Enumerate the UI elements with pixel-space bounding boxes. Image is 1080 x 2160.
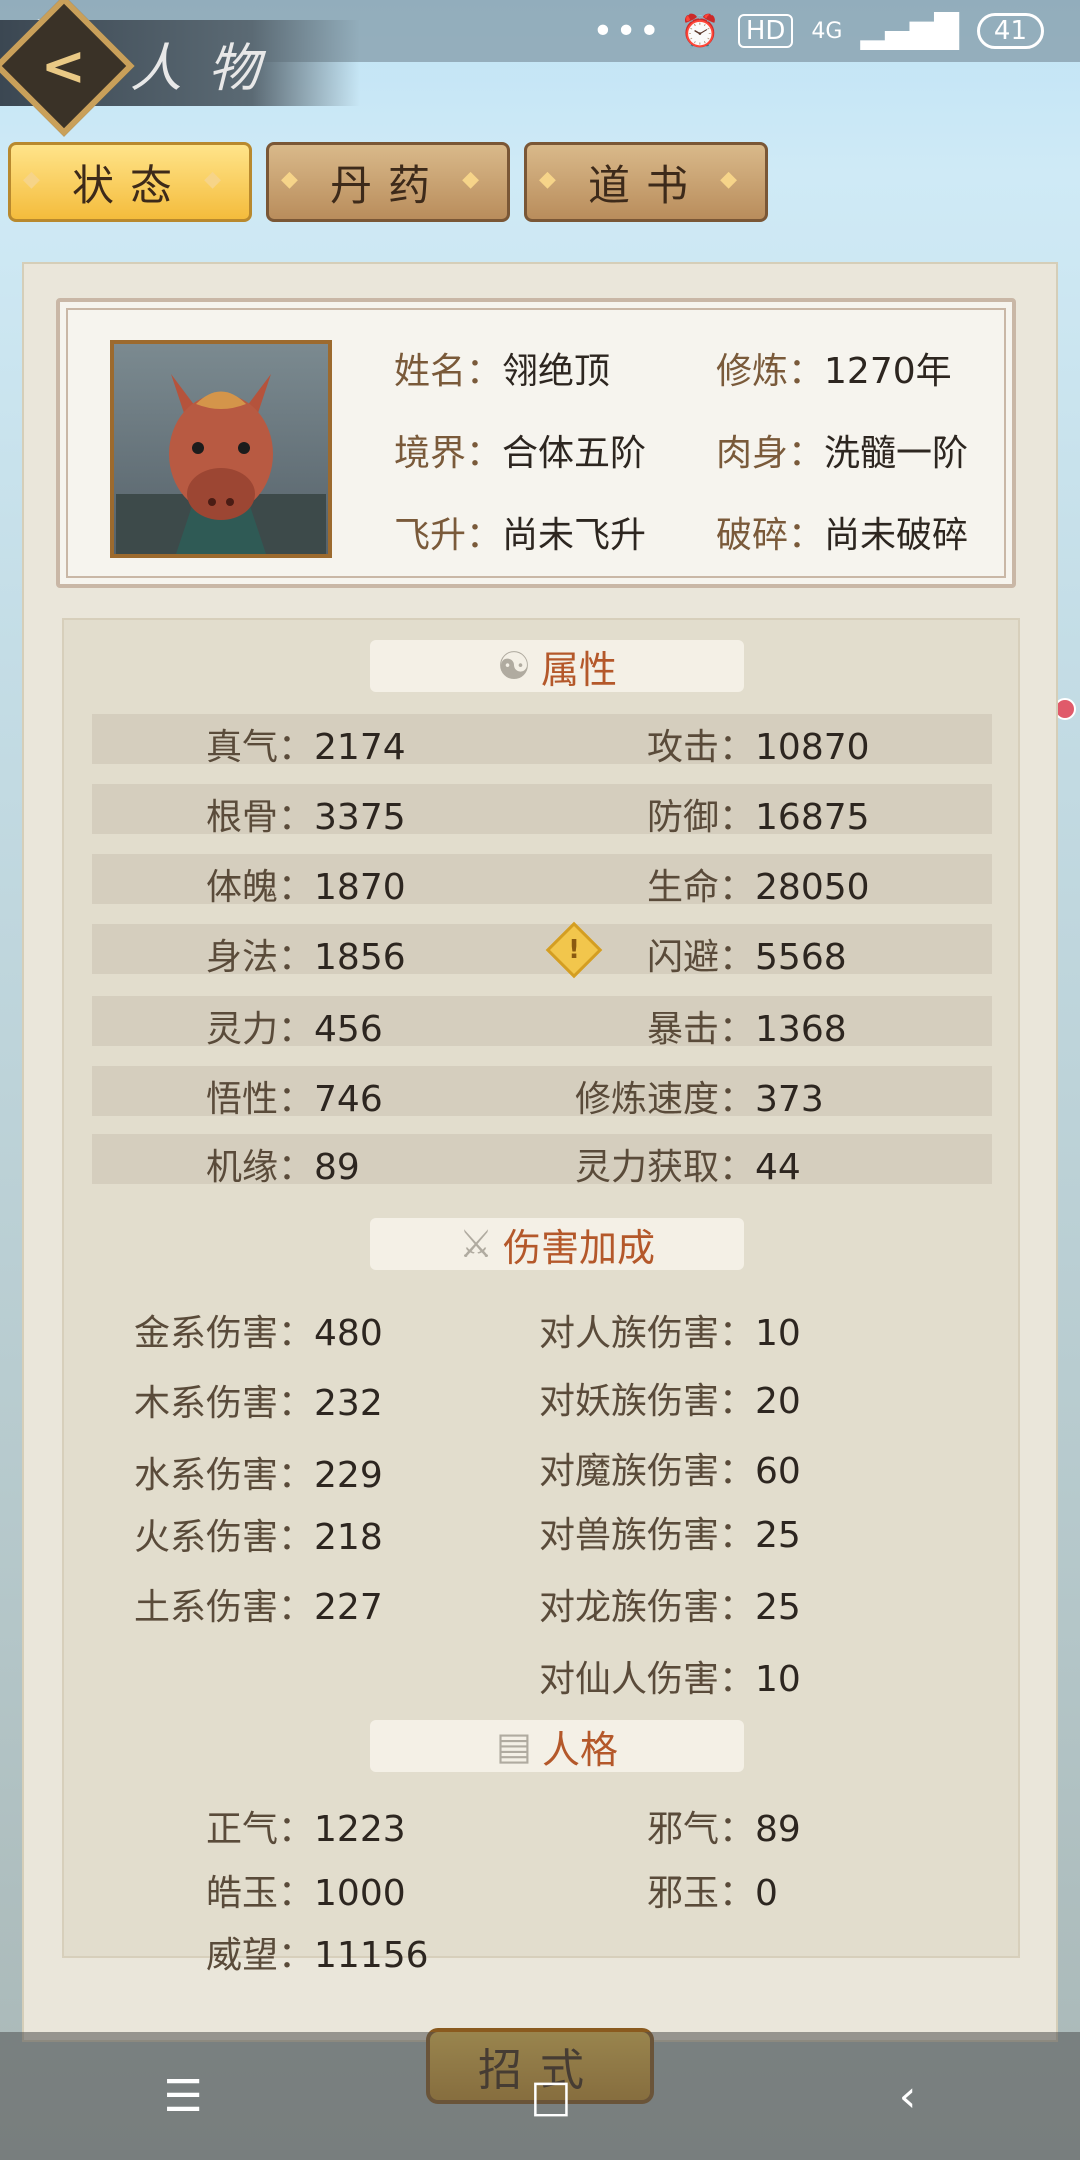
stat-entry: 闪避：5568 [647, 937, 847, 978]
page-title: 人物 [130, 39, 287, 99]
stat-entry: 悟性：746 [206, 1079, 383, 1120]
realm-field: 境界：合体五阶 [394, 433, 647, 474]
nav-menu-icon[interactable]: ☰ [164, 2071, 203, 2122]
stat-entry: 身法：1856 [206, 937, 406, 978]
stat-entry: 威望：11156 [206, 1935, 429, 1976]
stat-entry: 正气：1223 [206, 1809, 406, 1850]
signal-icon: ▂▄▆█ [860, 12, 959, 50]
tab-pills[interactable]: 丹药 [266, 142, 510, 222]
stat-entry: 邪玉：0 [647, 1873, 778, 1914]
stat-entry: 对兽族伤害：25 [539, 1515, 801, 1556]
ascend-field: 飞升：尚未飞升 [394, 515, 647, 556]
stat-entry: 对人族伤害：10 [539, 1313, 801, 1354]
stat-entry: 水系伤害：229 [134, 1455, 383, 1496]
battery-indicator: 41 [976, 13, 1044, 49]
stat-entry: 根骨：3375 [206, 797, 406, 838]
stat-entry: 对魔族伤害：60 [539, 1451, 801, 1492]
stat-entry: 机缘：89 [206, 1147, 360, 1188]
tab-status[interactable]: 状态 [8, 142, 252, 222]
section-personality: ▤ 人格 [370, 1720, 744, 1772]
crossed-swords-icon: ⚔ [458, 1222, 494, 1266]
stat-entry: 火系伤害：218 [134, 1517, 383, 1558]
cultivate-field: 修炼：1270年 [716, 351, 952, 392]
character-panel: 姓名：翎绝顶 修炼：1270年 境界：合体五阶 肉身：洗髓一阶 飞升：尚未飞升 … [22, 262, 1058, 2042]
attributes-area: ☯ 属性 真气：2174 攻击：10870 根骨：3375 防御：16875 体魄：18… [62, 618, 1020, 1976]
stat-entry: 皓玉：1000 [206, 1873, 406, 1914]
tab-bar: 状态 丹药 道书 [8, 142, 768, 222]
alarm-icon: ⏰ [680, 12, 720, 50]
stat-entry: 真气：2174 [206, 727, 406, 768]
stat-entry: 对龙族伤害：25 [539, 1587, 801, 1628]
scroll-icon: ▤ [496, 1724, 532, 1768]
shatter-field: 破碎：尚未破碎 [716, 515, 969, 556]
nav-back-icon[interactable]: ‹ [899, 2071, 917, 2122]
tab-books[interactable]: 道书 [524, 142, 768, 222]
profile-card: 姓名：翎绝顶 修炼：1270年 境界：合体五阶 肉身：洗髓一阶 飞升：尚未飞升 … [56, 298, 1016, 588]
stat-entry: 对仙人伤害：10 [539, 1659, 801, 1700]
hd-badge: HD [737, 14, 794, 48]
stat-entry: 土系伤害：227 [134, 1587, 383, 1628]
nav-home-icon[interactable]: □ [530, 2071, 572, 2122]
stat-entry: 灵力：456 [206, 1009, 383, 1050]
name-field: 姓名：翎绝顶 [394, 351, 611, 392]
back-icon: < [41, 34, 87, 98]
stat-entry: 生命：28050 [647, 867, 870, 908]
stat-entry: 防御：16875 [647, 797, 870, 838]
character-portrait [110, 340, 332, 558]
section-attributes: ☯ 属性 [370, 640, 744, 692]
body-field: 肉身：洗髓一阶 [716, 433, 969, 474]
stat-entry: 攻击：10870 [647, 727, 870, 768]
stat-entry: 对妖族伤害：20 [539, 1381, 801, 1422]
section-damage: ⚔ 伤害加成 [370, 1218, 744, 1270]
status-icons: ••• ⏰ HD 4G ▂▄▆█ 41 [592, 11, 1044, 52]
stat-entry: 修炼速度：373 [575, 1079, 824, 1120]
stat-entry: 灵力获取：44 [575, 1147, 801, 1188]
network-label: 4G [811, 18, 843, 44]
system-nav-bar: ☰ □ ‹ [0, 2032, 1080, 2160]
stat-entry: 金系伤害：480 [134, 1313, 383, 1354]
more-dots-icon: ••• [592, 10, 662, 52]
stat-entry: 暴击：1368 [647, 1009, 847, 1050]
stat-entry: 邪气：89 [647, 1809, 801, 1850]
stat-entry: 木系伤害：232 [134, 1383, 383, 1424]
stat-entry: 体魄：1870 [206, 867, 406, 908]
horse-head-icon [116, 374, 326, 554]
yin-yang-icon: ☯ [496, 644, 532, 688]
